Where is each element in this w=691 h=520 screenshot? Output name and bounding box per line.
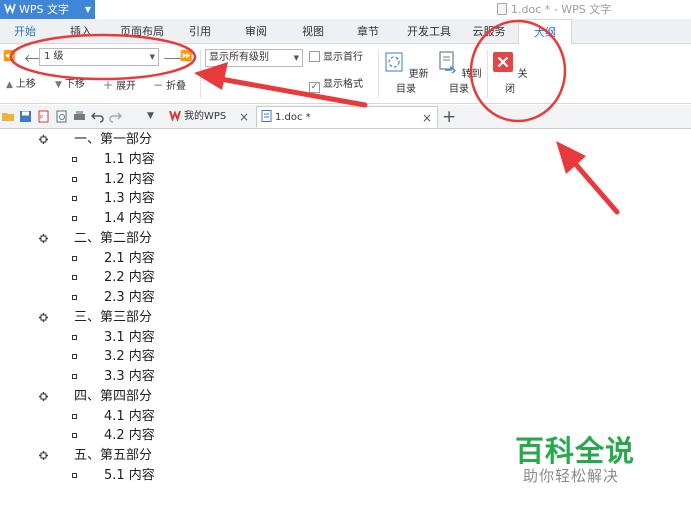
annotation-arrow-left <box>194 62 368 108</box>
annotation-ellipse-level <box>9 33 197 81</box>
wps-window: WPS 文字 ▼ 1.doc * - WPS 文字 开始 插入 页面布局 引用 … <box>0 0 691 520</box>
annotation-arrow-right <box>556 141 620 215</box>
annotation-ellipse-close <box>469 19 567 123</box>
watermark-subtitle: 助你轻松解决 <box>523 467 620 485</box>
watermark-title: 百科全说 <box>515 434 636 468</box>
